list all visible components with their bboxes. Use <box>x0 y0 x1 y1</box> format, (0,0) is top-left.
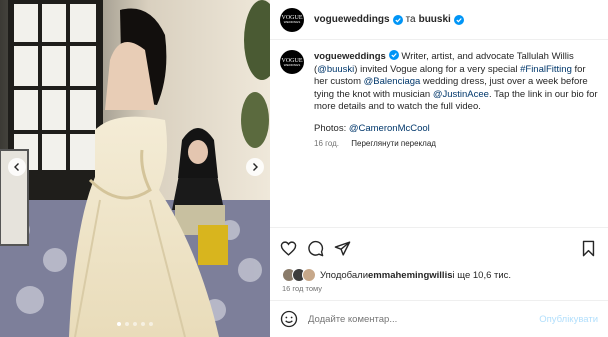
caption-age: 16 год. <box>314 139 340 148</box>
photo-credit: Photos: @CameronMcCool <box>314 123 430 134</box>
see-translation-button[interactable]: Переглянути переклад <box>351 139 436 148</box>
verified-icon <box>388 50 399 60</box>
comment-icon[interactable] <box>307 240 324 257</box>
post-comment-button[interactable]: Опублікувати <box>539 314 598 325</box>
action-bar <box>270 227 608 267</box>
avatar[interactable]: VOGUE WEDDINGS <box>280 7 304 32</box>
likes-count[interactable]: і ще 10,6 тис. <box>453 270 512 281</box>
mention-link[interactable]: @JustinAcee <box>433 89 489 100</box>
caption-text: ) invited Vogue along for a very special <box>354 63 521 75</box>
share-icon[interactable] <box>334 240 351 257</box>
photographer-link[interactable]: @CameronMcCool <box>349 123 430 134</box>
bookmark-icon[interactable] <box>580 240 597 257</box>
collaborator-username[interactable]: buuski <box>419 14 451 25</box>
mention-link[interactable]: @Balenciaga <box>364 76 421 87</box>
author-separator: та <box>405 14 416 25</box>
post-caption: vogueweddings Writer, artist, and advoca… <box>314 50 599 114</box>
emoji-icon[interactable] <box>280 310 298 328</box>
post-dialog: VOGUE WEDDINGS vogueweddings та buuski V… <box>0 0 608 337</box>
chevron-left-icon <box>14 163 19 171</box>
avatar-logo-subtext: WEDDINGS <box>283 62 301 67</box>
verified-icon <box>453 14 464 25</box>
post-details-panel: VOGUE WEDDINGS vogueweddings та buuski V… <box>270 0 608 337</box>
post-header: VOGUE WEDDINGS vogueweddings та buuski <box>270 0 608 40</box>
heart-icon[interactable] <box>280 240 297 257</box>
likes-summary: Уподобали emmahemingwillis і ще 10,6 тис… <box>282 268 511 282</box>
caption-avatar[interactable]: VOGUE WEDDINGS <box>280 50 304 74</box>
photo-credit-label: Photos: <box>314 123 349 134</box>
post-authors: vogueweddings та buuski <box>314 14 464 25</box>
carousel-dot <box>117 322 121 326</box>
likes-prefix: Уподобали <box>320 269 369 281</box>
carousel-dot <box>133 322 137 326</box>
post-photo[interactable] <box>0 0 270 337</box>
avatar <box>302 268 316 282</box>
carousel-dot <box>125 322 129 326</box>
verified-icon <box>392 14 403 25</box>
liker-username[interactable]: emmahemingwillis <box>368 270 452 281</box>
avatar-logo-subtext: WEDDINGS <box>283 20 301 24</box>
comment-bar: Опублікувати <box>270 300 608 337</box>
liker-avatars <box>282 268 316 282</box>
hashtag-link[interactable]: #FinalFitting <box>520 64 572 75</box>
chevron-right-icon <box>253 163 258 171</box>
caption-username[interactable]: vogueweddings <box>314 51 386 62</box>
next-photo-button[interactable] <box>246 158 264 176</box>
post-timestamp: 16 год тому <box>282 284 322 293</box>
carousel-dot <box>149 322 153 326</box>
carousel-indicator <box>117 322 153 326</box>
previous-photo-button[interactable] <box>8 158 26 176</box>
bride-fitting-photo <box>0 0 270 337</box>
mention-link[interactable]: @buuski <box>317 64 354 75</box>
author-username[interactable]: vogueweddings <box>314 14 390 25</box>
comment-input[interactable] <box>308 313 540 325</box>
caption-meta: 16 год. Переглянути переклад <box>314 139 436 148</box>
carousel-dot <box>141 322 145 326</box>
